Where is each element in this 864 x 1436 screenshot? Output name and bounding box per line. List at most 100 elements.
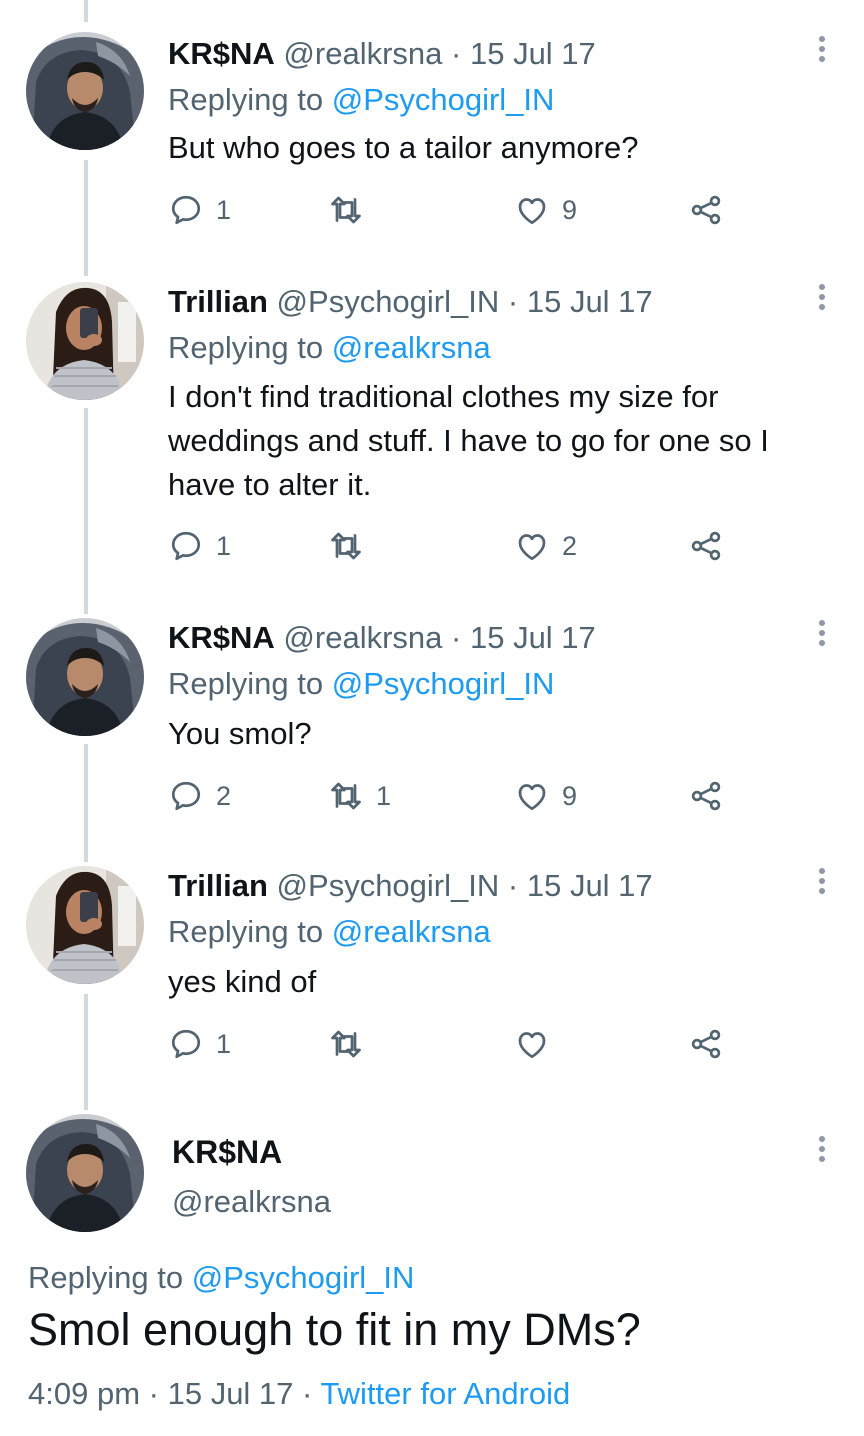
- replying-to: Replying to @realkrsna: [168, 328, 491, 368]
- more-options-icon[interactable]: [818, 868, 826, 898]
- more-options-icon[interactable]: [818, 36, 826, 66]
- tweet-header: Trillian @Psychogirl_IN · 15 Jul 17: [168, 866, 653, 906]
- retweet-icon: [331, 196, 361, 224]
- tweet-actions: 1 2: [168, 526, 748, 566]
- avatar-trillian[interactable]: [26, 282, 144, 400]
- avatar-krsna[interactable]: [26, 32, 144, 150]
- tweet-4[interactable]: Trillian @Psychogirl_IN · 15 Jul 17 Repl…: [0, 866, 864, 1086]
- tweet-header: KR$NA @realkrsna · 15 Jul 17: [168, 34, 596, 74]
- like-count: 9: [562, 780, 578, 811]
- display-name[interactable]: KR$NA: [172, 1134, 282, 1171]
- tweet-text: I don't find traditional clothes my size…: [168, 379, 769, 502]
- tweet-date[interactable]: 15 Jul 17: [527, 284, 653, 319]
- mention-link[interactable]: @Psychogirl_IN: [332, 82, 555, 117]
- reply-icon: [171, 1029, 201, 1059]
- reply-button[interactable]: 1: [168, 526, 231, 566]
- reply-button[interactable]: 1: [168, 190, 231, 230]
- retweet-icon: [331, 1030, 361, 1058]
- share-icon: [691, 531, 721, 561]
- handle[interactable]: @Psychogirl_IN: [277, 868, 500, 903]
- like-count: 9: [562, 194, 578, 225]
- share-button[interactable]: [688, 526, 724, 566]
- tweet-actions: 1: [168, 1024, 748, 1064]
- tweet-text: Smol enough to fit in my DMs?: [28, 1304, 641, 1355]
- like-button[interactable]: 9: [514, 776, 577, 816]
- tweet-date[interactable]: 15 Jul 17: [470, 36, 596, 71]
- heart-icon: [518, 534, 546, 561]
- avatar-krsna[interactable]: [26, 1114, 144, 1232]
- separator-dot: ·: [451, 36, 462, 71]
- thread-line-top: [84, 0, 88, 22]
- handle[interactable]: @realkrsna: [283, 620, 442, 655]
- separator-dot: ·: [507, 284, 519, 319]
- heart-icon: [518, 198, 546, 225]
- replying-to-label: Replying to: [28, 1260, 184, 1295]
- display-name[interactable]: KR$NA: [168, 36, 275, 71]
- mention-link[interactable]: @Psychogirl_IN: [192, 1260, 415, 1295]
- tweet-date[interactable]: 15 Jul 17: [527, 868, 653, 903]
- share-icon: [691, 781, 721, 811]
- reply-count: 1: [216, 194, 232, 225]
- reply-button[interactable]: 1: [168, 1024, 231, 1064]
- reply-count: 1: [216, 1028, 232, 1059]
- display-name[interactable]: KR$NA: [168, 620, 275, 655]
- main-tweet: KR$NA @realkrsna Replying to @Psychogirl…: [0, 1114, 864, 1436]
- replying-to: Replying to @Psychogirl_IN: [168, 664, 554, 704]
- retweet-count: 1: [376, 780, 392, 811]
- separator-dot: ·: [148, 1376, 159, 1411]
- share-icon: [691, 195, 721, 225]
- reply-button[interactable]: 2: [168, 776, 231, 816]
- retweet-button[interactable]: 1: [328, 776, 391, 816]
- reply-count: 2: [216, 780, 232, 811]
- tweet-1[interactable]: KR$NA @realkrsna · 15 Jul 17 Replying to…: [0, 32, 864, 262]
- separator-dot: ·: [302, 1376, 313, 1411]
- reply-icon: [171, 531, 201, 561]
- tweet-actions: 1 9: [168, 190, 748, 230]
- like-button[interactable]: 9: [514, 190, 577, 230]
- handle[interactable]: @Psychogirl_IN: [277, 284, 500, 319]
- tweet-header: Trillian @Psychogirl_IN · 15 Jul 17: [168, 282, 653, 322]
- reply-count: 1: [216, 530, 232, 561]
- mention-link[interactable]: @realkrsna: [332, 330, 491, 365]
- separator-dot: ·: [451, 620, 462, 655]
- more-options-icon[interactable]: [818, 1136, 826, 1166]
- more-options-icon[interactable]: [818, 284, 826, 314]
- tweet-time[interactable]: 4:09 pm: [28, 1376, 140, 1411]
- share-button[interactable]: [688, 190, 724, 230]
- handle[interactable]: @realkrsna: [283, 36, 442, 71]
- reply-icon: [171, 195, 201, 225]
- retweet-icon: [331, 532, 361, 560]
- separator-dot: ·: [507, 868, 519, 903]
- tweet-text: You smol?: [168, 716, 312, 751]
- handle[interactable]: @realkrsna: [172, 1184, 331, 1220]
- display-name[interactable]: Trillian: [168, 284, 268, 319]
- tweet-2[interactable]: Trillian @Psychogirl_IN · 15 Jul 17 Repl…: [0, 282, 864, 582]
- like-button[interactable]: [514, 1024, 562, 1064]
- retweet-icon: [331, 782, 361, 810]
- retweet-button[interactable]: [328, 1024, 376, 1064]
- display-name[interactable]: Trillian: [168, 868, 268, 903]
- heart-icon: [518, 1032, 546, 1059]
- replying-to: Replying to @realkrsna: [168, 912, 491, 952]
- share-button[interactable]: [688, 1024, 724, 1064]
- avatar-krsna[interactable]: [26, 618, 144, 736]
- mention-link[interactable]: @realkrsna: [332, 914, 491, 949]
- retweet-button[interactable]: [328, 526, 376, 566]
- replying-to-label: Replying to: [168, 914, 324, 949]
- tweet-date[interactable]: 15 Jul 17: [168, 1376, 294, 1411]
- reply-icon: [171, 781, 201, 811]
- more-options-icon[interactable]: [818, 620, 826, 650]
- tweet-3[interactable]: KR$NA @realkrsna · 15 Jul 17 Replying to…: [0, 618, 864, 838]
- tweet-meta: 4:09 pm · 15 Jul 17 · Twitter for Androi…: [28, 1376, 570, 1412]
- tweet-date[interactable]: 15 Jul 17: [470, 620, 596, 655]
- tweet-text: But who goes to a tailor anymore?: [168, 130, 639, 165]
- tweet-source-link[interactable]: Twitter for Android: [320, 1376, 570, 1411]
- tweet-text: yes kind of: [168, 964, 317, 999]
- mention-link[interactable]: @Psychogirl_IN: [332, 666, 555, 701]
- like-button[interactable]: 2: [514, 526, 577, 566]
- share-icon: [691, 1029, 721, 1059]
- retweet-button[interactable]: [328, 190, 376, 230]
- avatar-trillian[interactable]: [26, 866, 144, 984]
- share-button[interactable]: [688, 776, 724, 816]
- tweet-actions: 2 1 9: [168, 776, 748, 816]
